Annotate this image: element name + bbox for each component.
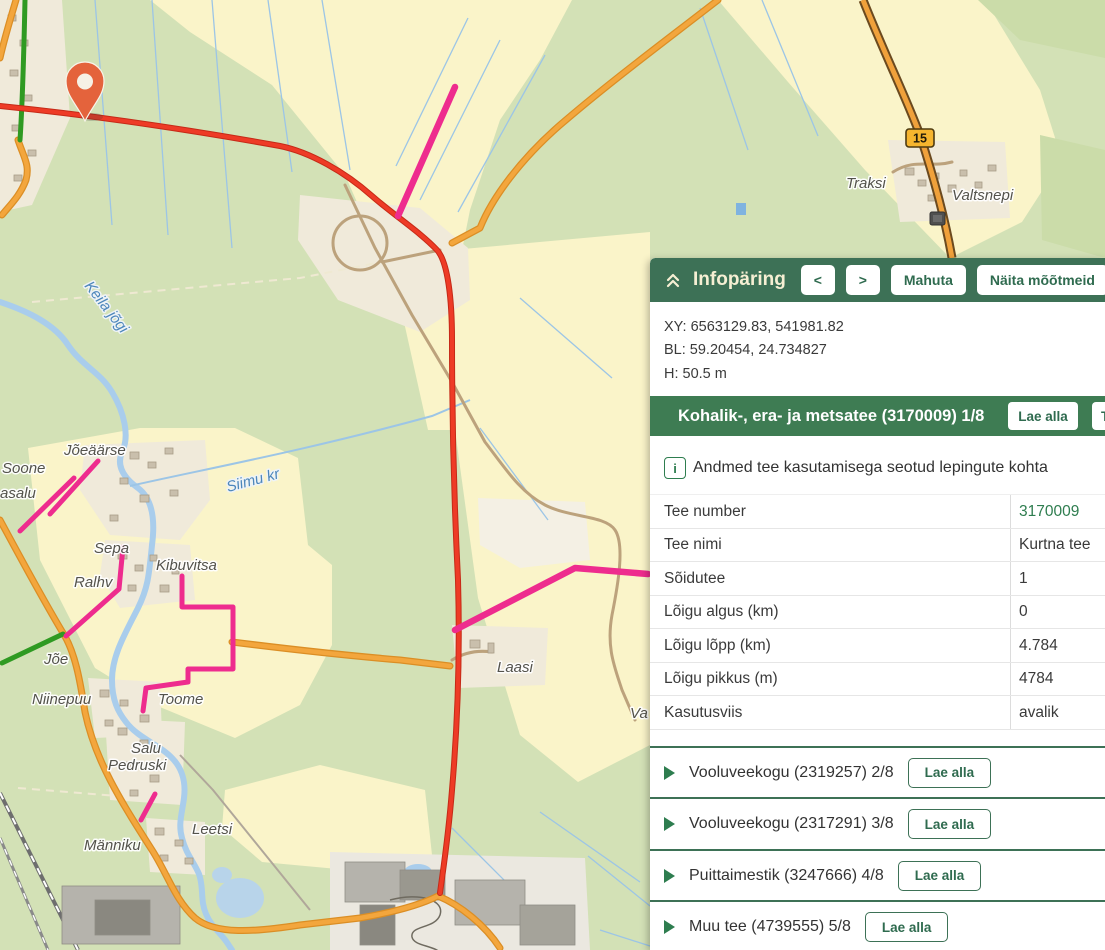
feature-info-line: i Andmed tee kasutamisega seotud lepingu… xyxy=(650,436,1105,492)
row-label: Lõigu lõpp (km) xyxy=(650,637,1010,655)
table-row: Kasutusviis avalik xyxy=(650,696,1105,730)
coordinate-xy: XY: 6563129.83, 541981.82 xyxy=(664,316,1091,339)
table-row: Lõigu algus (km) 0 xyxy=(650,596,1105,630)
map-symbol xyxy=(930,212,945,225)
row-label: Lõigu pikkus (m) xyxy=(650,670,1010,688)
row-label: Kasutusviis xyxy=(650,704,1010,722)
row-value: 4.784 xyxy=(1010,629,1105,662)
row-value: Kurtna tee xyxy=(1010,529,1105,562)
feature-more-button[interactable]: T xyxy=(1092,402,1105,430)
coordinates-block: XY: 6563129.83, 541981.82 BL: 59.20454, … xyxy=(650,302,1105,396)
expand-arrow-icon[interactable] xyxy=(664,920,675,934)
collapsed-section-title: Vooluveekogu (2317291) 3/8 xyxy=(689,815,894,833)
row-value: 4784 xyxy=(1010,663,1105,696)
collapsed-section[interactable]: Muu tee (4739555) 5/8 Lae alla xyxy=(650,900,1105,950)
download-button[interactable]: Lae alla xyxy=(908,758,992,788)
feature-section-header[interactable]: Kohalik-, era- ja metsatee (3170009) 1/8… xyxy=(650,396,1105,436)
map-label-manniku: Männiku xyxy=(84,837,141,854)
info-panel-header: Infopäring < > Mahuta Näita mõõtmeid xyxy=(650,258,1105,302)
map-label-leetsi: Leetsi xyxy=(192,821,233,838)
map-label-pedruski: Pedruski xyxy=(108,757,167,774)
map-label-salu: Salu xyxy=(131,740,162,757)
map-label-joe: Jõe xyxy=(43,651,68,668)
table-row: Tee number 3170009 xyxy=(650,494,1105,529)
row-value: 0 xyxy=(1010,596,1105,629)
map-label-partial: Va xyxy=(630,705,648,722)
table-row: Lõigu lõpp (km) 4.784 xyxy=(650,629,1105,663)
map-label-ralhv: Ralhv xyxy=(74,574,114,591)
next-result-button[interactable]: > xyxy=(846,265,880,295)
expand-arrow-icon[interactable] xyxy=(664,817,675,831)
download-button[interactable]: Lae alla xyxy=(908,809,992,839)
collapsed-sections: Vooluveekogu (2319257) 2/8 Lae alla Vool… xyxy=(650,746,1105,950)
fit-button[interactable]: Mahuta xyxy=(891,265,966,295)
attribute-table: Tee number 3170009 Tee nimi Kurtna tee S… xyxy=(650,494,1105,730)
map-label-soone: Soone xyxy=(2,460,45,477)
map-label-laasi: Laasi xyxy=(497,659,534,676)
row-label: Tee nimi xyxy=(650,536,1010,554)
row-value-link[interactable]: 3170009 xyxy=(1010,495,1105,528)
download-button[interactable]: Lae alla xyxy=(865,912,949,942)
map-label-kibuvitsa: Kibuvitsa xyxy=(156,557,217,574)
info-icon: i xyxy=(664,457,686,479)
row-label: Tee number xyxy=(650,503,1010,521)
collapsed-section-title: Muu tee (4739555) 5/8 xyxy=(689,918,851,936)
coordinate-bl: BL: 59.20454, 24.734827 xyxy=(664,339,1091,362)
coordinate-h: H: 50.5 m xyxy=(664,363,1091,386)
table-row: Tee nimi Kurtna tee xyxy=(650,529,1105,563)
expand-arrow-icon[interactable] xyxy=(664,869,675,883)
row-value: 1 xyxy=(1010,562,1105,595)
table-row: Lõigu pikkus (m) 4784 xyxy=(650,663,1105,697)
collapsed-section-title: Vooluveekogu (2319257) 2/8 xyxy=(689,764,894,782)
panel-title: Infopäring xyxy=(693,269,786,291)
show-measurements-button[interactable]: Näita mõõtmeid xyxy=(977,265,1105,295)
download-button[interactable]: Lae alla xyxy=(898,861,982,891)
table-row: Sõidutee 1 xyxy=(650,562,1105,596)
map-label-kasalu: asalu xyxy=(0,485,37,502)
feature-section-title: Kohalik-, era- ja metsatee (3170009) 1/8 xyxy=(678,407,984,426)
expand-arrow-icon[interactable] xyxy=(664,766,675,780)
download-button[interactable]: Lae alla xyxy=(1008,402,1078,430)
map-label-joeaarse: Jõeäärse xyxy=(63,442,126,459)
map-label-toome: Toome xyxy=(158,691,203,708)
feature-info-text: Andmed tee kasutamisega seotud lepingute… xyxy=(693,459,1048,477)
collapsed-section[interactable]: Vooluveekogu (2319257) 2/8 Lae alla xyxy=(650,746,1105,798)
map-label-niinepuu: Niinepuu xyxy=(32,691,92,708)
collapsed-section[interactable]: Puittaimestik (3247666) 4/8 Lae alla xyxy=(650,849,1105,901)
collapse-chevron-icon[interactable] xyxy=(664,271,682,289)
map-label-traksi: Traksi xyxy=(846,175,886,192)
row-value: avalik xyxy=(1010,696,1105,729)
row-label: Sõidutee xyxy=(650,570,1010,588)
collapsed-section[interactable]: Vooluveekogu (2317291) 3/8 Lae alla xyxy=(650,797,1105,849)
collapsed-section-title: Puittaimestik (3247666) 4/8 xyxy=(689,867,884,885)
road-shield-label: 15 xyxy=(913,132,927,146)
info-panel: Infopäring < > Mahuta Näita mõõtmeid XY:… xyxy=(650,258,1105,950)
road-shield-15: 15 xyxy=(906,129,934,147)
prev-result-button[interactable]: < xyxy=(801,265,835,295)
row-label: Lõigu algus (km) xyxy=(650,603,1010,621)
map-label-valtsnepi: Valtsnepi xyxy=(952,187,1014,204)
map-label-sepa: Sepa xyxy=(94,540,129,557)
